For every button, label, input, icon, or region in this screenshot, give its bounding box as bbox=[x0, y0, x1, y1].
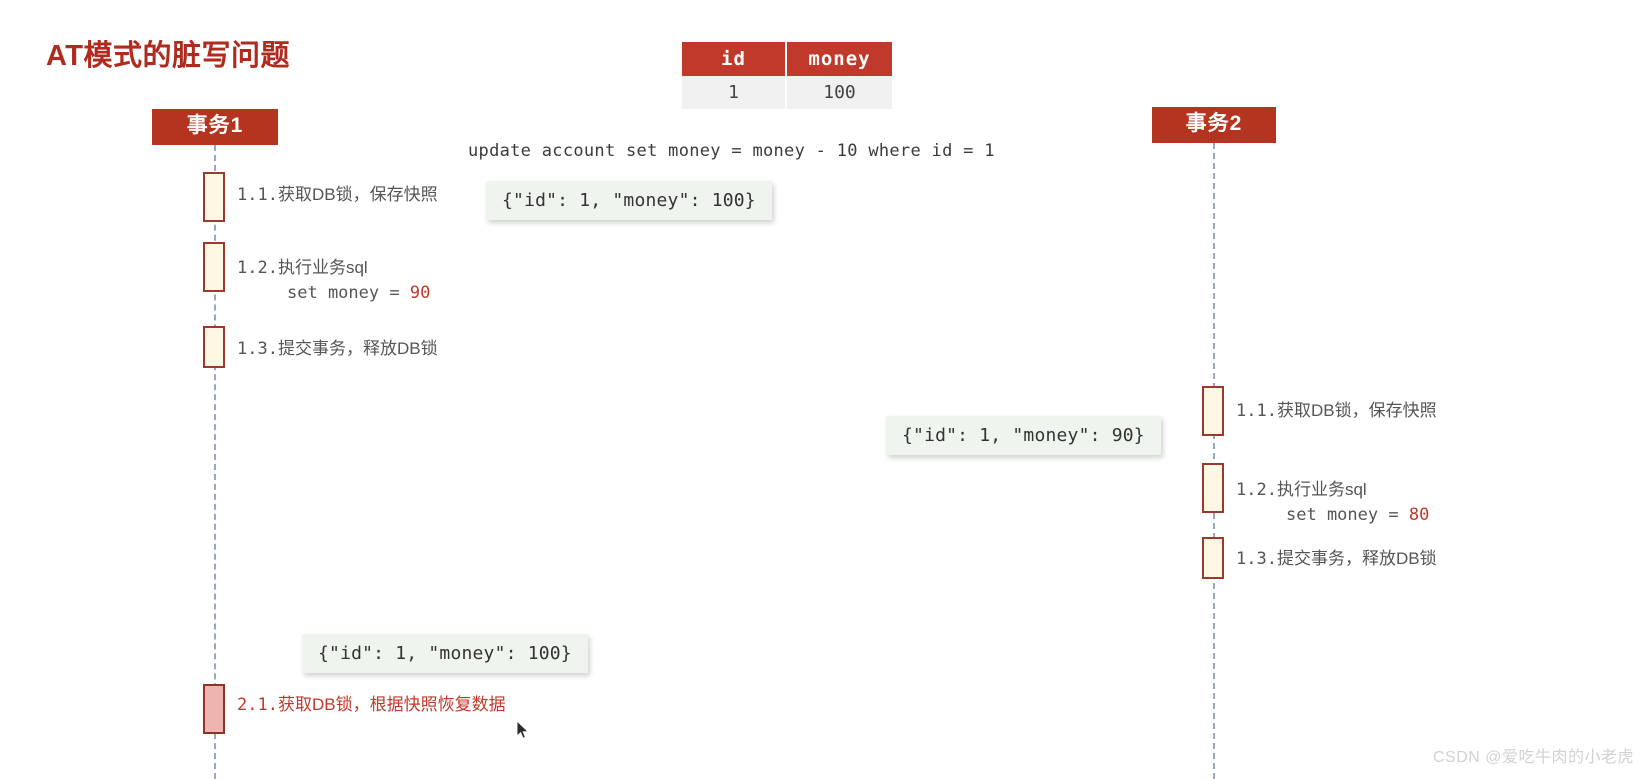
snapshot-box-tx2-before: {"id": 1, "money": 90} bbox=[886, 416, 1161, 455]
snapshot-box-tx1-rollback: {"id": 1, "money": 100} bbox=[302, 634, 588, 673]
step-number-tx1-rollback: 2.1. bbox=[237, 695, 278, 715]
activation-tx1-step-3 bbox=[203, 326, 225, 368]
mouse-cursor-icon bbox=[516, 720, 530, 739]
lifeline-transaction-2 bbox=[1213, 143, 1215, 779]
step-label-tx2-3: 1.3.提交事务，释放DB锁 bbox=[1236, 546, 1437, 572]
watermark: CSDN @爱吃牛肉的小老虎 bbox=[1432, 749, 1634, 766]
step-number-tx1-3: 1.3. bbox=[237, 339, 278, 359]
account-table: id money 1 100 bbox=[682, 42, 892, 109]
activation-tx1-step-1 bbox=[203, 172, 225, 222]
diagram-canvas: AT模式的脏写问题 id money 1 100 update account … bbox=[0, 0, 1650, 779]
step-number-tx2-3: 1.3. bbox=[1236, 549, 1277, 569]
step-sql-value-tx1-2: 90 bbox=[409, 283, 431, 303]
table-row: 1 100 bbox=[682, 76, 892, 109]
step-text-tx2-1: 获取DB锁，保存快照 bbox=[1276, 401, 1437, 420]
activation-tx2-step-3 bbox=[1202, 537, 1224, 579]
step-number-tx2-2: 1.2. bbox=[1236, 480, 1277, 500]
step-number-tx1-1: 1.1. bbox=[237, 185, 278, 205]
page-title: AT模式的脏写问题 bbox=[46, 40, 291, 72]
step-text-tx1-rollback: 获取DB锁，根据快照恢复数据 bbox=[277, 695, 506, 714]
step-sql-prefix-tx1-2: set money = bbox=[287, 283, 410, 303]
step-sql-tx1-2: set money = 90 bbox=[237, 281, 430, 306]
step-text-tx1-1: 获取DB锁，保存快照 bbox=[277, 185, 438, 204]
step-text-tx2-2: 执行业务sql bbox=[1276, 480, 1367, 499]
step-sql-prefix-tx2-2: set money = bbox=[1286, 505, 1409, 525]
table-header-row: id money bbox=[682, 42, 892, 76]
step-number-tx1-2: 1.2. bbox=[237, 258, 278, 278]
activation-tx2-step-2 bbox=[1202, 463, 1224, 513]
actor-box-transaction-1: 事务1 bbox=[152, 109, 278, 145]
step-label-tx1-rollback: 2.1.获取DB锁，根据快照恢复数据 bbox=[237, 692, 506, 718]
step-label-tx2-2: 1.2.执行业务sql set money = 80 bbox=[1236, 477, 1429, 528]
activation-tx2-step-1 bbox=[1202, 386, 1224, 436]
step-number-tx2-1: 1.1. bbox=[1236, 401, 1277, 421]
step-label-tx1-2: 1.2.执行业务sql set money = 90 bbox=[237, 255, 430, 306]
step-text-tx2-3: 提交事务，释放DB锁 bbox=[1276, 549, 1437, 568]
table-header-id: id bbox=[682, 42, 787, 76]
step-label-tx1-1: 1.1.获取DB锁，保存快照 bbox=[237, 182, 438, 208]
activation-tx1-step-2 bbox=[203, 242, 225, 292]
table-cell-id: 1 bbox=[682, 76, 787, 109]
activation-tx1-step-rollback bbox=[203, 684, 225, 734]
actor-box-transaction-2: 事务2 bbox=[1152, 107, 1276, 143]
table-cell-money: 100 bbox=[786, 76, 892, 109]
step-sql-tx2-2: set money = 80 bbox=[1236, 503, 1429, 528]
step-text-tx1-2: 执行业务sql bbox=[277, 258, 368, 277]
sql-statement: update account set money = money - 10 wh… bbox=[468, 141, 995, 161]
step-sql-value-tx2-2: 80 bbox=[1408, 505, 1430, 525]
step-text-tx1-3: 提交事务，释放DB锁 bbox=[277, 339, 438, 358]
step-label-tx2-1: 1.1.获取DB锁，保存快照 bbox=[1236, 398, 1437, 424]
snapshot-box-tx1-before: {"id": 1, "money": 100} bbox=[486, 181, 772, 220]
table-header-money: money bbox=[786, 42, 892, 76]
step-label-tx1-3: 1.3.提交事务，释放DB锁 bbox=[237, 336, 438, 362]
